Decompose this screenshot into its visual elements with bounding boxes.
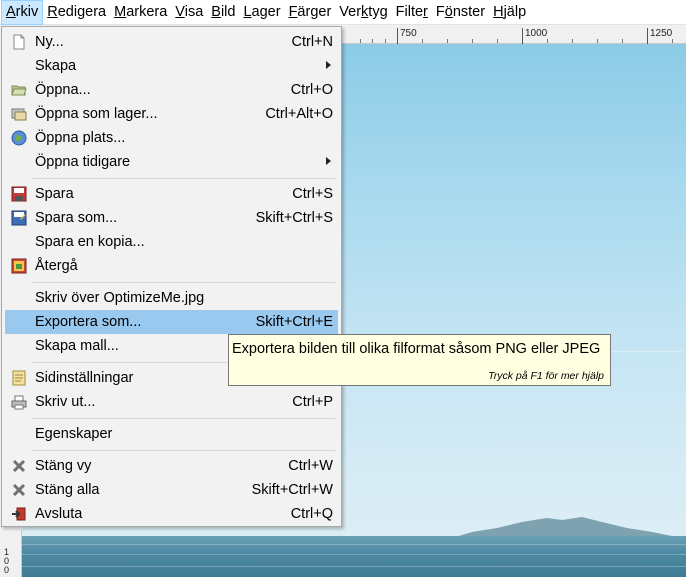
ruler-label-1250: 1250 [647,28,672,44]
menu-label: Skapa [35,58,77,74]
ruler-label-1000: 1000 [522,28,547,44]
menu-item-open-as-layers[interactable]: Öppna som lager... Ctrl+Alt+O [5,102,338,126]
menu-shortcut: Ctrl+Q [290,506,333,522]
menu-shortcut: Ctrl+S [292,186,333,202]
menu-shortcut: Ctrl+Alt+O [265,106,333,122]
menu-lager[interactable]: Lager [239,0,284,25]
menu-markera[interactable]: Markera [110,0,171,25]
menu-verktyg[interactable]: Verktyg [335,0,391,25]
menu-shortcut: Ctrl+N [291,34,334,50]
menu-separator [32,282,335,283]
menu-item-save-as[interactable]: Spara som... Skift+Ctrl+S [5,206,338,230]
menu-redigera[interactable]: Redigera [43,0,110,25]
menu-shortcut: Skift+Ctrl+W [251,482,333,498]
menu-label: Ny... [35,34,64,50]
menu-item-close-view[interactable]: Stäng vy Ctrl+W [5,454,338,478]
menu-item-revert[interactable]: Återgå [5,254,338,278]
menu-shortcut: Ctrl+W [288,458,333,474]
save-as-icon [11,210,27,226]
ruler-left-label: 100 [4,547,10,575]
menu-item-create[interactable]: Skapa [5,54,338,78]
menu-label: Sidinställningar [35,370,134,386]
tooltip: Exportera bilden till olika filformat så… [228,334,611,386]
menu-item-open-recent[interactable]: Öppna tidigare [5,150,338,174]
menu-label: Återgå [35,258,78,274]
menu-shortcut: Skift+Ctrl+S [255,210,333,226]
menu-item-properties[interactable]: Egenskaper [5,422,338,446]
menu-shortcut: Ctrl+P [292,394,333,410]
menu-label: Öppna som lager... [35,106,158,122]
menu-hjalp[interactable]: Hjälp [489,0,530,25]
globe-icon [11,130,27,146]
menu-item-open-location[interactable]: Öppna plats... [5,126,338,150]
menu-label: Stäng vy [35,458,92,474]
menu-item-save-copy[interactable]: Spara en kopia... [5,230,338,254]
open-as-layer-icon [11,106,27,122]
menu-label: Exportera som... [35,314,142,330]
close-icon [11,458,27,474]
ruler-label-750: 750 [397,28,417,44]
menu-item-overwrite[interactable]: Skriv över OptimizeMe.jpg [5,286,338,310]
menu-item-close-all[interactable]: Stäng alla Skift+Ctrl+W [5,478,338,502]
menu-label: Skriv över OptimizeMe.jpg [35,290,205,306]
file-menu: Ny... Ctrl+N Skapa Öppna... Ctrl+O Öppna… [1,26,342,527]
top-ruler[interactable]: 750 1000 1250 [340,26,686,44]
menubar: Arkiv Redigera Markera Visa Bild Lager F… [0,0,686,25]
menu-label: Öppna... [35,82,91,98]
open-folder-icon [11,82,27,98]
menu-label: Egenskaper [35,426,113,442]
new-document-icon [11,34,27,50]
menu-label: Öppna tidigare [35,154,131,170]
menu-label: Skriv ut... [35,394,96,410]
menu-bild[interactable]: Bild [207,0,239,25]
menu-item-print[interactable]: Skriv ut... Ctrl+P [5,390,338,414]
menu-label: Öppna plats... [35,130,126,146]
save-icon [11,186,27,202]
menu-shortcut: Skift+Ctrl+E [255,314,333,330]
menu-label: Stäng alla [35,482,100,498]
menu-visa[interactable]: Visa [171,0,207,25]
menu-separator [32,418,335,419]
submenu-arrow-icon [326,61,331,69]
menu-item-export-as[interactable]: Exportera som... Skift+Ctrl+E [5,310,338,334]
page-setup-icon [11,370,27,386]
distant-island [452,517,672,538]
submenu-arrow-icon [326,157,331,165]
menu-label: Skapa mall... [35,338,119,354]
quit-icon [11,506,27,522]
menu-label: Spara som... [35,210,118,226]
menu-item-open[interactable]: Öppna... Ctrl+O [5,78,338,102]
menu-farger[interactable]: Färger [285,0,336,25]
menu-item-new[interactable]: Ny... Ctrl+N [5,30,338,54]
menu-label: Spara en kopia... [35,234,145,250]
close-all-icon [11,482,27,498]
menu-arkiv[interactable]: Arkiv [1,0,44,25]
menu-separator [32,450,335,451]
menu-shortcut: Ctrl+O [290,82,333,98]
menu-filter[interactable]: Filter [392,0,432,25]
menu-item-quit[interactable]: Avsluta Ctrl+Q [5,502,338,526]
menu-item-save[interactable]: Spara Ctrl+S [5,182,338,206]
menu-label: Spara [35,186,74,202]
menu-label: Avsluta [35,506,83,522]
sea [22,536,686,577]
tooltip-text: Exportera bilden till olika filformat så… [232,341,601,357]
revert-icon [11,258,27,274]
left-ruler[interactable]: 100 [0,530,22,577]
tooltip-help-hint: Tryck på F1 för mer hjälp [488,370,604,382]
menu-fonster[interactable]: Fönster [432,0,489,25]
printer-icon [11,394,27,410]
menu-separator [32,178,335,179]
